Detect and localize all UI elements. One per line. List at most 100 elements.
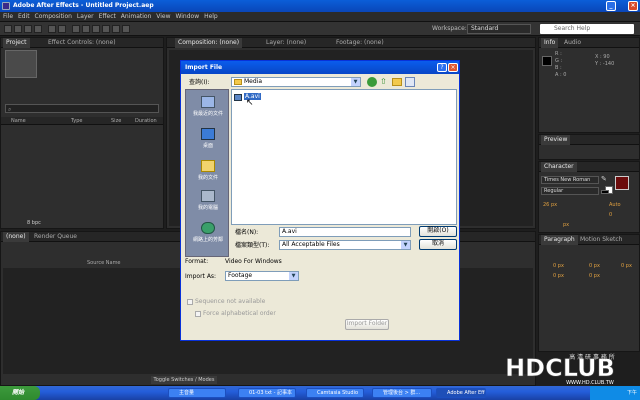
filename-label: 檔名(N): — [235, 229, 259, 236]
tracking-value[interactable]: 0 — [609, 212, 612, 218]
cursor-pointer-icon: ↖ — [246, 98, 254, 108]
menu-view[interactable]: View — [156, 12, 170, 22]
eyedropper-icon[interactable]: ✎ — [601, 176, 609, 183]
col-size[interactable]: Size — [111, 118, 121, 124]
tab-project[interactable]: Project — [3, 38, 30, 48]
zoom-tool-icon[interactable] — [24, 25, 32, 33]
selection-tool-icon[interactable] — [4, 25, 12, 33]
tab-composition[interactable]: Composition: (none) — [175, 38, 243, 48]
col-type[interactable]: Type — [71, 118, 82, 124]
chevron-down-icon[interactable]: ▼ — [351, 78, 360, 86]
logo-cn: 高 清 研 事 務 所 — [569, 353, 615, 361]
folder-icon — [234, 79, 242, 85]
font-size-value[interactable]: 26 px — [543, 202, 557, 208]
importas-select[interactable]: Footage ▼ — [225, 271, 299, 281]
lookin-select[interactable]: Media ▼ — [231, 77, 361, 87]
stroke-color-swatch[interactable] — [615, 176, 629, 190]
start-button[interactable]: 開始 — [0, 386, 40, 400]
info-panel: Info Audio R : G : B : A : 0 X : 90 Y : … — [538, 37, 640, 133]
import-folder-button[interactable]: Import Folder — [345, 319, 389, 330]
space-before[interactable]: 0 px — [553, 273, 564, 279]
menu-window[interactable]: Window — [175, 12, 199, 22]
tab-timeline-none[interactable]: (none) — [3, 232, 29, 242]
sequence-checkbox[interactable] — [187, 299, 193, 305]
font-select[interactable]: Times New Roman — [541, 176, 599, 184]
bpc-label[interactable]: 8 bpc — [27, 220, 41, 226]
info-x: X : 90 — [595, 54, 610, 60]
pen-tool-icon[interactable] — [72, 25, 80, 33]
menu-layer[interactable]: Layer — [77, 12, 94, 22]
clone-tool-icon[interactable] — [102, 25, 110, 33]
space-after[interactable]: 0 px — [589, 273, 600, 279]
pan-behind-tool-icon[interactable] — [58, 25, 66, 33]
kerning-value[interactable]: px — [563, 222, 569, 228]
task-volume[interactable]: 主音量 — [168, 388, 226, 398]
hand-tool-icon[interactable] — [14, 25, 22, 33]
open-button[interactable]: 開啟(O) — [419, 226, 457, 237]
indent-left[interactable]: 0 px — [553, 263, 564, 269]
search-help-input[interactable]: Search Help — [540, 24, 634, 34]
place-desktop[interactable]: 桌面 — [186, 128, 230, 149]
tab-preview[interactable]: Preview — [541, 135, 571, 145]
format-value: Video For Windows — [225, 258, 282, 265]
chevron-down-icon[interactable]: ▼ — [401, 241, 410, 249]
task-after-effects[interactable]: Adobe After Effe... — [436, 388, 486, 398]
font-style-select[interactable]: Regular — [541, 187, 599, 195]
source-name-header[interactable]: Source Name — [87, 260, 121, 266]
task-camtasia[interactable]: Camtasia Studio — [306, 388, 364, 398]
eraser-tool-icon[interactable] — [112, 25, 120, 33]
text-tool-icon[interactable] — [82, 25, 90, 33]
alphabetical-checkbox[interactable] — [195, 311, 201, 317]
tab-paragraph[interactable]: Paragraph — [541, 235, 578, 245]
toggle-switches-modes-button[interactable]: Toggle Switches / Modes — [151, 376, 217, 384]
up-folder-icon[interactable]: ⇧ — [380, 77, 390, 87]
place-recent[interactable]: 我最近的文件 — [186, 96, 230, 117]
menu-animation[interactable]: Animation — [121, 12, 152, 22]
minimize-button[interactable]: _ — [606, 1, 616, 11]
menu-composition[interactable]: Composition — [35, 12, 72, 22]
puppet-tool-icon[interactable] — [122, 25, 130, 33]
leading-value[interactable]: Auto — [609, 202, 621, 208]
dialog-help-button[interactable]: ? — [437, 63, 447, 72]
task-notepad[interactable]: 01-03 txt - 記事本 — [238, 388, 296, 398]
filename-input[interactable]: A.avi — [279, 227, 411, 237]
tab-audio[interactable]: Audio — [561, 38, 584, 48]
workspace-select[interactable]: Standard — [467, 24, 531, 34]
tab-layer[interactable]: Layer: (none) — [263, 38, 309, 48]
back-icon[interactable] — [367, 77, 377, 87]
place-mycomputer[interactable]: 我的電腦 — [186, 190, 230, 211]
indent-first[interactable]: 0 px — [621, 263, 632, 269]
filetype-select[interactable]: All Acceptable Files ▼ — [279, 240, 411, 250]
indent-right[interactable]: 0 px — [589, 263, 600, 269]
dialog-close-button[interactable]: × — [448, 63, 458, 72]
system-clock[interactable]: 下午 — [590, 386, 640, 400]
camera-tool-icon[interactable] — [48, 25, 56, 33]
project-search-input[interactable]: ⌕ — [5, 104, 159, 113]
project-panel: Project Effect Controls: (none) ⌕ Name T… — [0, 37, 164, 229]
view-menu-icon[interactable] — [405, 77, 415, 87]
place-network[interactable]: 網路上的芳鄰 — [186, 222, 230, 243]
col-name[interactable]: Name — [11, 118, 26, 124]
task-admin[interactable]: 管理後台 > 群... — [372, 388, 432, 398]
brush-tool-icon[interactable] — [92, 25, 100, 33]
menu-file[interactable]: File — [3, 12, 13, 22]
chevron-down-icon[interactable]: ▼ — [289, 272, 298, 280]
file-list[interactable]: A.avi ↖ — [231, 89, 457, 225]
new-folder-icon[interactable] — [392, 78, 402, 86]
place-mydocs[interactable]: 我的文件 — [186, 160, 230, 181]
close-button[interactable]: × — [628, 1, 638, 11]
tab-info[interactable]: Info — [541, 38, 559, 48]
tab-effect-controls[interactable]: Effect Controls: (none) — [45, 38, 119, 48]
rotate-tool-icon[interactable] — [34, 25, 42, 33]
menu-effect[interactable]: Effect — [99, 12, 116, 22]
tab-character[interactable]: Character — [541, 162, 577, 172]
tab-render-queue[interactable]: Render Queue — [31, 232, 80, 242]
menu-edit[interactable]: Edit — [18, 12, 30, 22]
swatch-black[interactable] — [601, 190, 609, 194]
menu-help[interactable]: Help — [204, 12, 218, 22]
tab-motion-sketch[interactable]: Motion Sketch — [577, 235, 625, 245]
tab-footage[interactable]: Footage: (none) — [333, 38, 387, 48]
search-icon: ⌕ — [8, 106, 12, 113]
cancel-button[interactable]: 取消 — [419, 239, 457, 250]
col-duration[interactable]: Duration — [135, 118, 157, 124]
